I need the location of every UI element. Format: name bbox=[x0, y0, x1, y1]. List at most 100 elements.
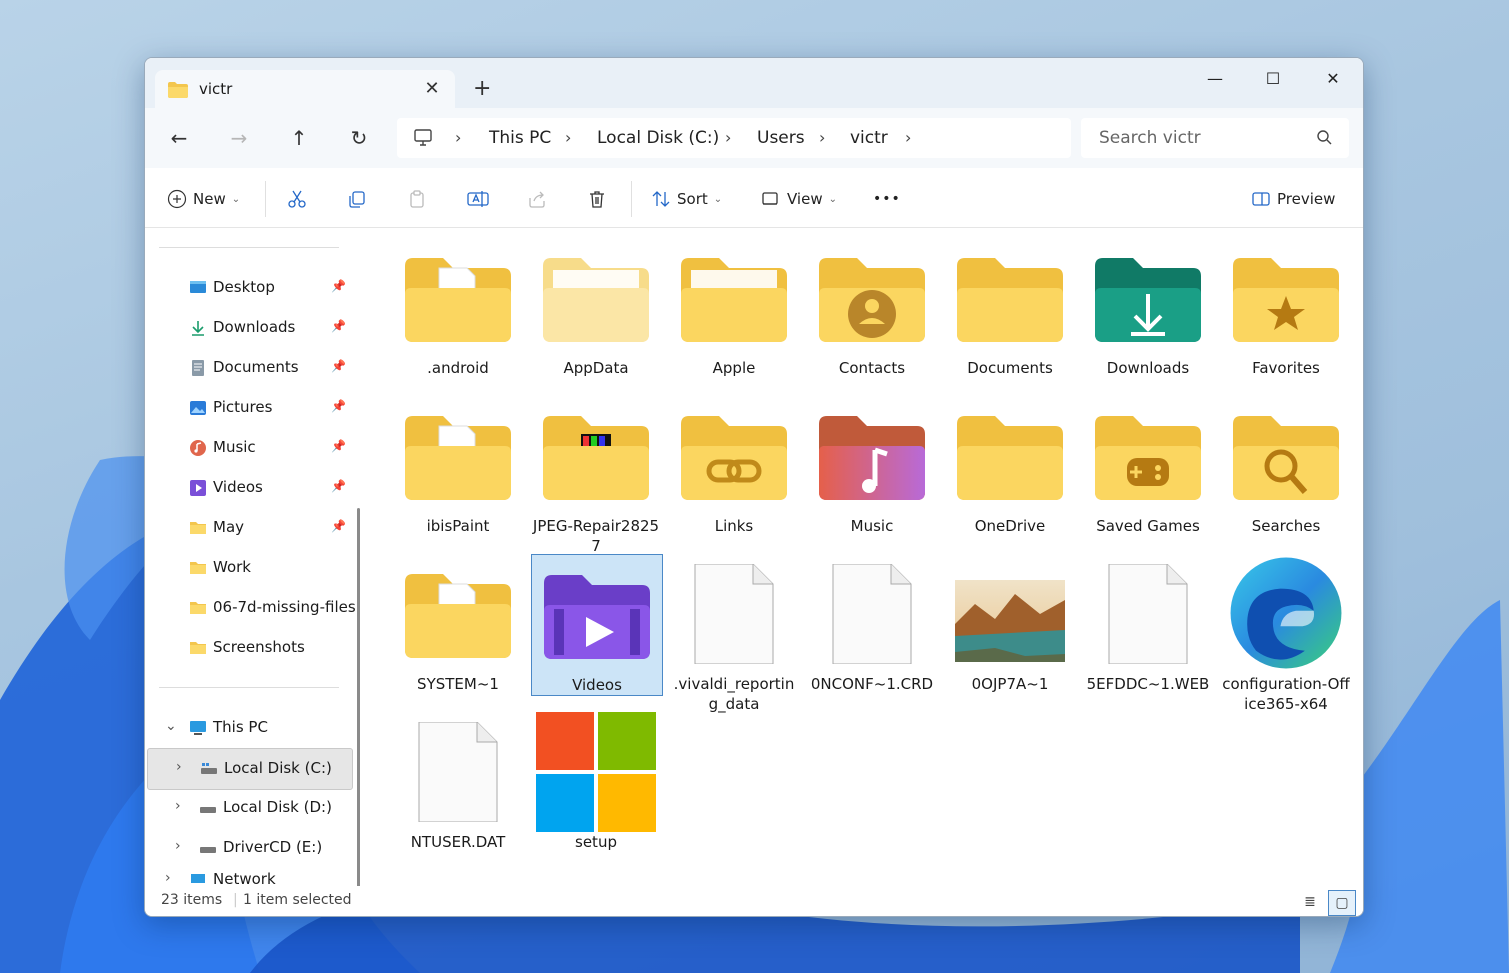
new-tab-button[interactable]: + bbox=[473, 76, 491, 102]
file-item[interactable]: Downloads bbox=[1083, 238, 1213, 378]
file-item[interactable]: setup bbox=[531, 712, 661, 852]
file-item[interactable]: configuration-Office365-x64 bbox=[1221, 554, 1351, 713]
sidebar-item-network[interactable]: › Network bbox=[145, 868, 349, 886]
view-label: View bbox=[787, 190, 823, 208]
sort-button[interactable]: Sort ⌄ bbox=[651, 185, 722, 213]
paste-button[interactable] bbox=[407, 185, 427, 213]
chevron-right-icon[interactable]: › bbox=[455, 128, 461, 147]
sidebar-item-pictures[interactable]: Pictures 📌 bbox=[145, 388, 349, 428]
large-icons-view-icon[interactable]: ▢ bbox=[1328, 890, 1356, 916]
file-item[interactable]: .vivaldi_reporting_data bbox=[669, 554, 799, 713]
close-tab-icon[interactable]: ✕ bbox=[419, 76, 445, 102]
file-name: Apple bbox=[712, 359, 756, 377]
new-button[interactable]: New ⌄ bbox=[167, 185, 240, 213]
chevron-right-icon[interactable]: › bbox=[165, 870, 171, 886]
videos-folder-icon bbox=[542, 565, 652, 665]
folder-icon bbox=[955, 248, 1065, 348]
sidebar-item-videos[interactable]: Videos 📌 bbox=[145, 468, 349, 508]
paste-icon bbox=[410, 190, 424, 208]
status-divider: | bbox=[233, 892, 238, 908]
tab-victr[interactable]: victr ✕ bbox=[155, 70, 455, 108]
file-item[interactable]: .android bbox=[393, 238, 523, 378]
drive-icon bbox=[200, 807, 216, 813]
chevron-right-icon[interactable]: › bbox=[175, 798, 181, 814]
file-item[interactable]: Apple bbox=[669, 238, 799, 378]
file-name: setup bbox=[575, 833, 617, 851]
nav-scrollbar[interactable] bbox=[357, 508, 360, 886]
breadcrumb-local-disk-c[interactable]: Local Disk (C:) bbox=[597, 128, 719, 148]
forward-button[interactable]: → bbox=[225, 124, 253, 152]
address-bar[interactable]: › This PC › Local Disk (C:) › Users › vi… bbox=[397, 118, 1071, 158]
desktop-icon bbox=[190, 281, 206, 293]
copy-button[interactable] bbox=[347, 185, 367, 213]
sidebar-item-downloads[interactable]: Downloads 📌 bbox=[145, 308, 349, 348]
cut-button[interactable] bbox=[287, 185, 307, 213]
sidebar-item-local-disk-c[interactable]: › Local Disk (C:) bbox=[147, 748, 353, 790]
sidebar-item-music[interactable]: Music 📌 bbox=[145, 428, 349, 468]
up-button[interactable]: ↑ bbox=[285, 124, 313, 152]
chevron-right-icon[interactable]: › bbox=[819, 128, 825, 147]
file-item[interactable]: 5EFDDC~1.WEB bbox=[1083, 554, 1213, 694]
file-item[interactable]: Documents bbox=[945, 238, 1075, 378]
search-input[interactable]: Search victr bbox=[1081, 118, 1349, 158]
sidebar-item-desktop[interactable]: Desktop 📌 bbox=[145, 268, 349, 308]
file-item[interactable]: Music bbox=[807, 396, 937, 536]
navigation-pane: Desktop 📌 Downloads 📌 Documents 📌 Pictures 📌 Mus… bbox=[145, 228, 370, 886]
back-button[interactable]: ← bbox=[165, 124, 193, 152]
chevron-right-icon[interactable]: › bbox=[175, 838, 181, 854]
view-button[interactable]: View ⌄ bbox=[761, 185, 837, 213]
file-item[interactable]: OneDrive bbox=[945, 396, 1075, 536]
minimize-button[interactable]: — bbox=[1195, 64, 1235, 94]
file-name: Searches bbox=[1251, 517, 1321, 535]
sidebar-item-may[interactable]: May 📌 bbox=[145, 508, 349, 548]
file-item[interactable]: Videos bbox=[531, 554, 663, 696]
file-item[interactable]: Searches bbox=[1221, 396, 1351, 536]
preview-label: Preview bbox=[1277, 190, 1336, 208]
file-item[interactable]: Links bbox=[669, 396, 799, 536]
file-item[interactable]: NTUSER.DAT bbox=[393, 712, 523, 852]
breadcrumb-this-pc[interactable]: This PC bbox=[489, 128, 551, 148]
sidebar-item-this-pc[interactable]: ⌄ This PC bbox=[145, 708, 349, 748]
close-window-button[interactable]: ✕ bbox=[1313, 64, 1353, 94]
sidebar-item-work[interactable]: Work bbox=[145, 548, 349, 588]
image-thumbnail bbox=[955, 564, 1065, 664]
file-item[interactable]: Contacts bbox=[807, 238, 937, 378]
file-item[interactable]: SYSTEM~1 bbox=[393, 554, 523, 694]
file-item[interactable]: 0OJP7A~1 bbox=[945, 554, 1075, 694]
details-view-icon[interactable]: ≣ bbox=[1297, 890, 1323, 914]
file-item[interactable]: Favorites bbox=[1221, 238, 1351, 378]
chevron-right-icon[interactable]: › bbox=[725, 128, 731, 147]
sidebar-item-label: Work bbox=[213, 558, 251, 576]
rename-button[interactable] bbox=[467, 185, 489, 213]
command-bar: New ⌄ Sort ⌄ View ⌄ ••• Preview bbox=[145, 169, 1363, 228]
saved-games-folder-icon bbox=[1093, 406, 1203, 506]
toolbar-divider bbox=[265, 181, 266, 217]
preview-button[interactable]: Preview bbox=[1251, 185, 1335, 213]
file-item[interactable]: Saved Games bbox=[1083, 396, 1213, 536]
folder-icon bbox=[168, 82, 188, 98]
sidebar-item-local-disk-d[interactable]: › Local Disk (D:) bbox=[145, 788, 349, 828]
sidebar-item-label: Network bbox=[213, 870, 276, 886]
sidebar-item-drivercd-e[interactable]: › DriverCD (E:) bbox=[145, 828, 349, 868]
share-button[interactable] bbox=[527, 185, 547, 213]
sidebar-item-documents[interactable]: Documents 📌 bbox=[145, 348, 349, 388]
maximize-button[interactable]: ☐ bbox=[1253, 64, 1293, 94]
file-item[interactable]: AppData bbox=[531, 238, 661, 378]
chevron-right-icon[interactable]: › bbox=[565, 128, 571, 147]
refresh-button[interactable]: ↻ bbox=[345, 124, 373, 152]
sidebar-item-screenshots[interactable]: Screenshots bbox=[145, 628, 349, 668]
chevron-right-icon[interactable]: › bbox=[905, 128, 911, 147]
chevron-down-icon[interactable]: ⌄ bbox=[165, 718, 177, 734]
breadcrumb-victr[interactable]: victr bbox=[850, 128, 888, 148]
file-item[interactable]: 0NCONF~1.CRD bbox=[807, 554, 937, 694]
sidebar-item-label: 06-7d-missing-files bbox=[213, 598, 356, 616]
file-item[interactable]: JPEG-Repair28257 bbox=[531, 396, 661, 555]
status-bar: 23 items | 1 item selected ≣ ▢ bbox=[145, 886, 1363, 916]
more-options-button[interactable]: ••• bbox=[873, 185, 901, 213]
breadcrumb-users[interactable]: Users bbox=[757, 128, 805, 148]
file-item[interactable]: ibisPaint bbox=[393, 396, 523, 536]
sidebar-item-06-7d-missing-files[interactable]: 06-7d-missing-files bbox=[145, 588, 356, 628]
delete-button[interactable] bbox=[587, 185, 607, 213]
pin-icon: 📌 bbox=[331, 319, 346, 333]
chevron-right-icon[interactable]: › bbox=[176, 759, 182, 775]
